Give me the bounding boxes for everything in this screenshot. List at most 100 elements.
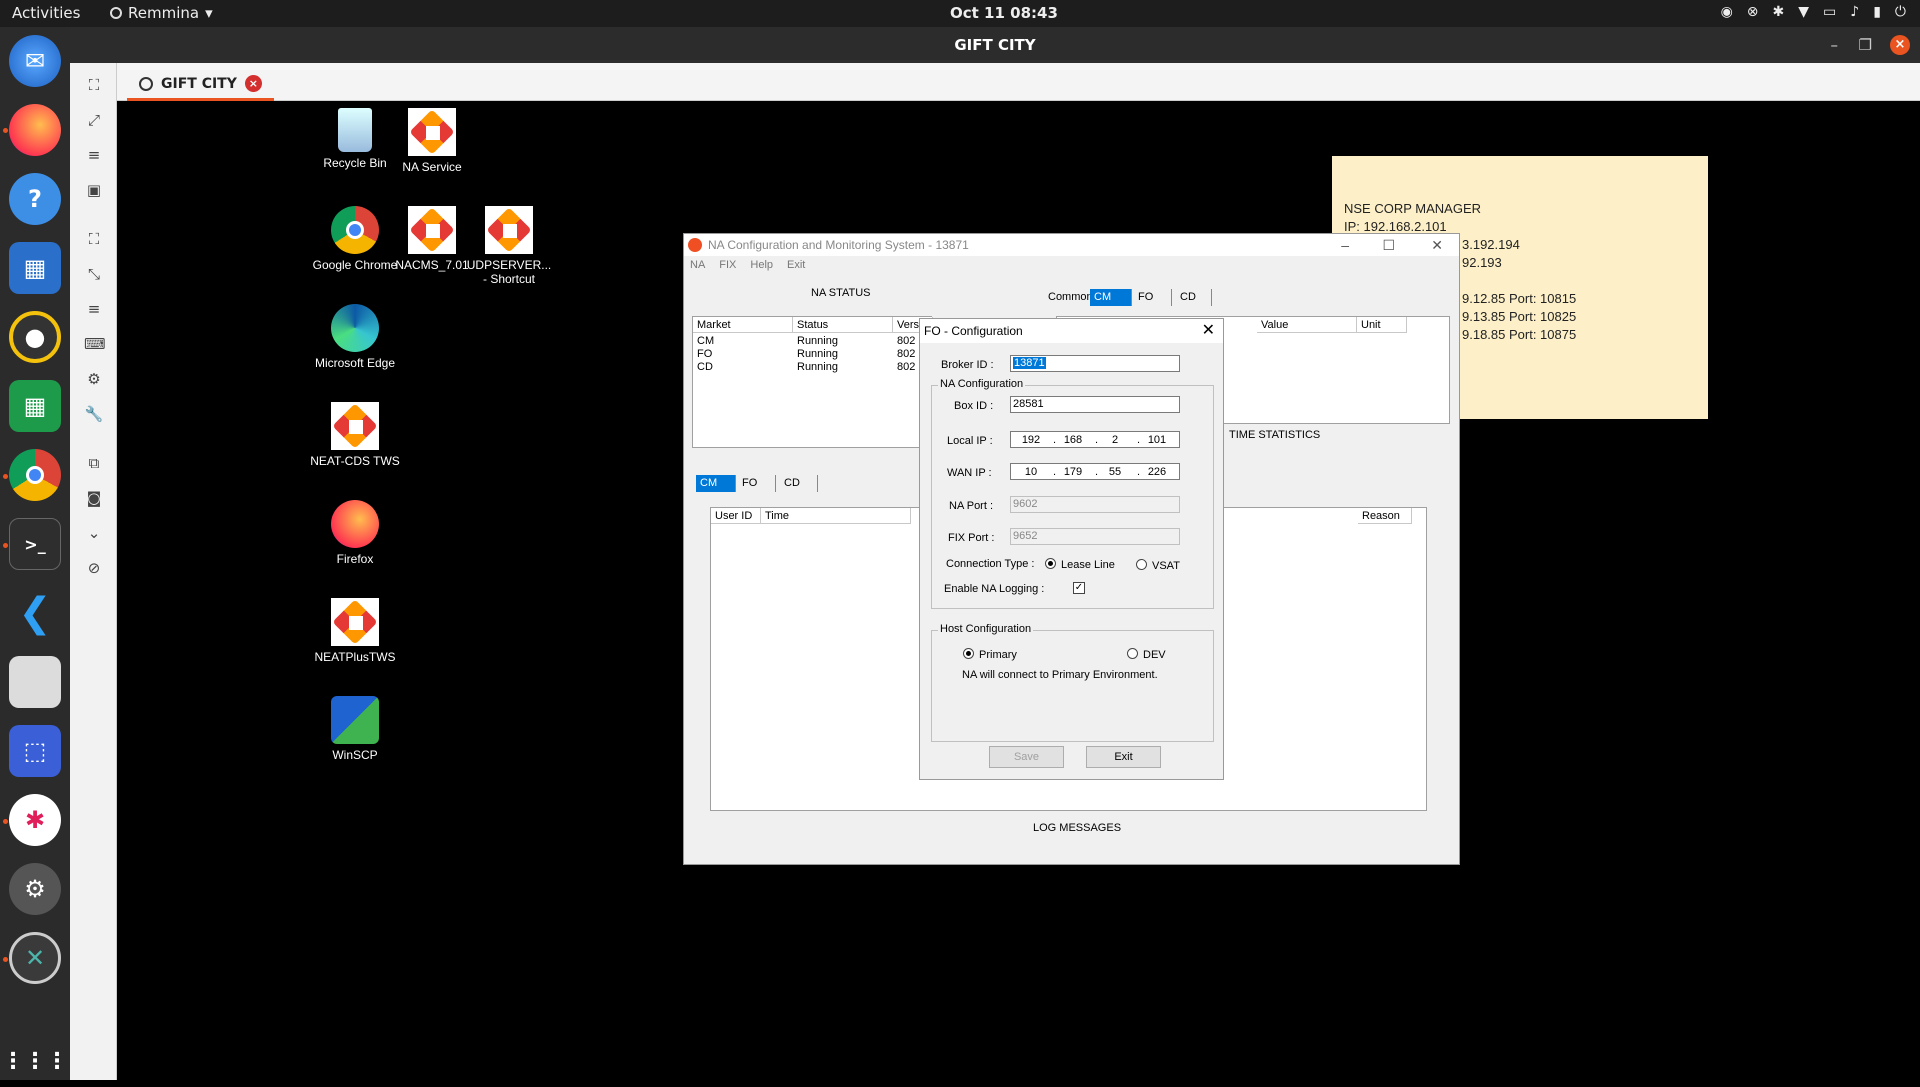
- menu-fix[interactable]: FIX: [719, 256, 736, 274]
- dev-radio[interactable]: [1127, 648, 1138, 659]
- dev-label[interactable]: DEV: [1143, 647, 1166, 663]
- preferences-icon[interactable]: ⚙: [84, 369, 104, 389]
- status-version[interactable]: 802: [897, 348, 915, 361]
- minimize-toolbar-icon[interactable]: ⌄: [84, 523, 104, 543]
- minimize-icon[interactable]: –: [1831, 27, 1839, 63]
- slack-icon[interactable]: ✱: [1773, 4, 1785, 20]
- duplicate-icon[interactable]: ⧉: [84, 453, 104, 473]
- system-tray[interactable]: ◉ ⊗ ✱ ▼ ▭ ♪ ▮ ⏻: [1721, 4, 1906, 20]
- desktop-icon-neat-cds-tws[interactable]: NEAT-CDS TWS: [310, 402, 400, 468]
- lease-line-radio[interactable]: [1045, 558, 1056, 569]
- disconnect-icon[interactable]: ⊘: [84, 558, 104, 578]
- help-icon[interactable]: ?: [9, 173, 61, 225]
- box-id-field[interactable]: 28581: [1010, 396, 1180, 413]
- rhythmbox-icon[interactable]: ●: [9, 311, 61, 363]
- broker-id-field[interactable]: 13871: [1010, 355, 1180, 372]
- status-value[interactable]: Running: [797, 348, 838, 361]
- column-header-market[interactable]: Market: [693, 317, 793, 333]
- vsat-radio[interactable]: [1136, 559, 1147, 570]
- libreoffice-impress-icon[interactable]: ▦: [9, 242, 61, 294]
- maximize-icon[interactable]: ☐: [1382, 234, 1395, 256]
- ip-octet[interactable]: 192: [1017, 433, 1045, 448]
- desktop-icon-na-service[interactable]: NA Service: [387, 108, 477, 174]
- close-icon[interactable]: ✕: [1202, 319, 1215, 343]
- restore-icon[interactable]: ❐: [1859, 27, 1872, 63]
- status-market[interactable]: CM: [697, 335, 714, 348]
- na-window-titlebar[interactable]: NA Configuration and Monitoring System -…: [684, 234, 1459, 256]
- local-ip-field[interactable]: 192 . 168 . 2 . 101: [1010, 431, 1180, 448]
- volume-icon[interactable]: ♪: [1850, 4, 1859, 20]
- fo-dialog-titlebar[interactable]: FO - Configuration ✕: [920, 319, 1223, 343]
- enable-logging-checkbox[interactable]: ✓: [1073, 582, 1085, 594]
- screenshot-icon[interactable]: ⬚: [9, 725, 61, 777]
- column-header-unit[interactable]: Unit: [1357, 317, 1407, 333]
- desktop-icon-microsoft-edge[interactable]: Microsoft Edge: [310, 304, 400, 370]
- status-market[interactable]: FO: [697, 348, 712, 361]
- wan-ip-field[interactable]: 10 . 179 . 55 . 226: [1010, 463, 1180, 480]
- column-header-value[interactable]: Value: [1257, 317, 1357, 333]
- column-header-status[interactable]: Status: [793, 317, 893, 333]
- ip-octet[interactable]: 168: [1059, 433, 1087, 448]
- remmina-icon[interactable]: ⊗: [1747, 4, 1759, 20]
- column-header-time[interactable]: Time: [761, 508, 911, 524]
- minimize-icon[interactable]: –: [1341, 234, 1349, 256]
- save-button[interactable]: Save: [989, 746, 1064, 768]
- wifi-icon[interactable]: ▼: [1798, 4, 1809, 20]
- menu-na[interactable]: NA: [690, 256, 705, 274]
- na-port-field[interactable]: 9602: [1010, 496, 1180, 513]
- ip-octet[interactable]: 55: [1101, 465, 1129, 480]
- keyboard-icon[interactable]: ⌨: [84, 334, 106, 354]
- status-version[interactable]: 802: [897, 335, 915, 348]
- exit-button[interactable]: Exit: [1086, 746, 1161, 768]
- close-tab-icon[interactable]: ×: [244, 75, 262, 92]
- clock[interactable]: Oct 11 08:43: [950, 4, 1058, 22]
- battery-icon[interactable]: ▮: [1873, 4, 1881, 20]
- desktop-icon-udpserver[interactable]: UDPSERVER... - Shortcut: [464, 206, 554, 286]
- remmina-icon[interactable]: ✕: [9, 932, 61, 984]
- menu-exit[interactable]: Exit: [787, 256, 805, 274]
- column-header-user-id[interactable]: User ID: [711, 508, 761, 524]
- ip-octet[interactable]: 179: [1059, 465, 1087, 480]
- slack-icon[interactable]: ✱: [9, 794, 61, 846]
- tab-log-fo[interactable]: FO: [738, 475, 776, 492]
- lease-line-label[interactable]: Lease Line: [1061, 557, 1115, 573]
- close-icon[interactable]: ×: [1890, 35, 1910, 55]
- close-icon[interactable]: ✕: [1431, 234, 1443, 256]
- tab-log-cm[interactable]: CM: [696, 475, 736, 492]
- thunderbird-icon[interactable]: ✉: [9, 35, 61, 87]
- show-apps-icon[interactable]: ⋮⋮⋮: [2, 1035, 68, 1087]
- tab-log-cd[interactable]: CD: [780, 475, 818, 492]
- vpn-icon[interactable]: ▭: [1823, 4, 1836, 20]
- ip-octet[interactable]: 226: [1143, 465, 1171, 480]
- status-version[interactable]: 802: [897, 361, 915, 374]
- ip-octet[interactable]: 10: [1017, 465, 1045, 480]
- app-menu[interactable]: Remmina ▾: [110, 4, 213, 22]
- terminal-icon[interactable]: >_: [9, 518, 61, 570]
- tab-cm[interactable]: CM: [1090, 289, 1132, 306]
- tools-icon[interactable]: 🔧: [84, 404, 104, 424]
- column-header-reason[interactable]: Reason: [1358, 508, 1412, 524]
- status-market[interactable]: CD: [697, 361, 713, 374]
- status-value[interactable]: Running: [797, 335, 838, 348]
- desktop-icon-firefox[interactable]: Firefox: [310, 500, 400, 566]
- screenshot-icon[interactable]: ◙: [84, 488, 104, 508]
- fit-window-icon[interactable]: ⛶: [84, 75, 104, 95]
- status-value[interactable]: Running: [797, 361, 838, 374]
- ip-octet[interactable]: 101: [1143, 433, 1171, 448]
- fix-port-field[interactable]: 9652: [1010, 528, 1180, 545]
- firefox-icon[interactable]: [9, 104, 61, 156]
- settings-icon[interactable]: ⚙: [9, 863, 61, 915]
- vscode-icon[interactable]: ❮: [9, 587, 61, 639]
- vsat-label[interactable]: VSAT: [1152, 558, 1180, 574]
- menu-help[interactable]: Help: [750, 256, 773, 274]
- power-icon[interactable]: ⏻: [1895, 4, 1906, 20]
- desktop-icon-neatplustws[interactable]: NEATPlusTWS: [310, 598, 400, 664]
- tab-cd[interactable]: CD: [1176, 289, 1212, 306]
- ip-octet[interactable]: 2: [1101, 433, 1129, 448]
- tab-gift-city[interactable]: GIFT CITY ×: [127, 69, 274, 101]
- files-icon[interactable]: [9, 656, 61, 708]
- menu-icon[interactable]: ≡: [84, 145, 104, 165]
- libreoffice-calc-icon[interactable]: ▦: [9, 380, 61, 432]
- dynamic-resolution-icon[interactable]: ⤡: [84, 264, 104, 284]
- multi-monitor-icon[interactable]: ▣: [84, 180, 104, 200]
